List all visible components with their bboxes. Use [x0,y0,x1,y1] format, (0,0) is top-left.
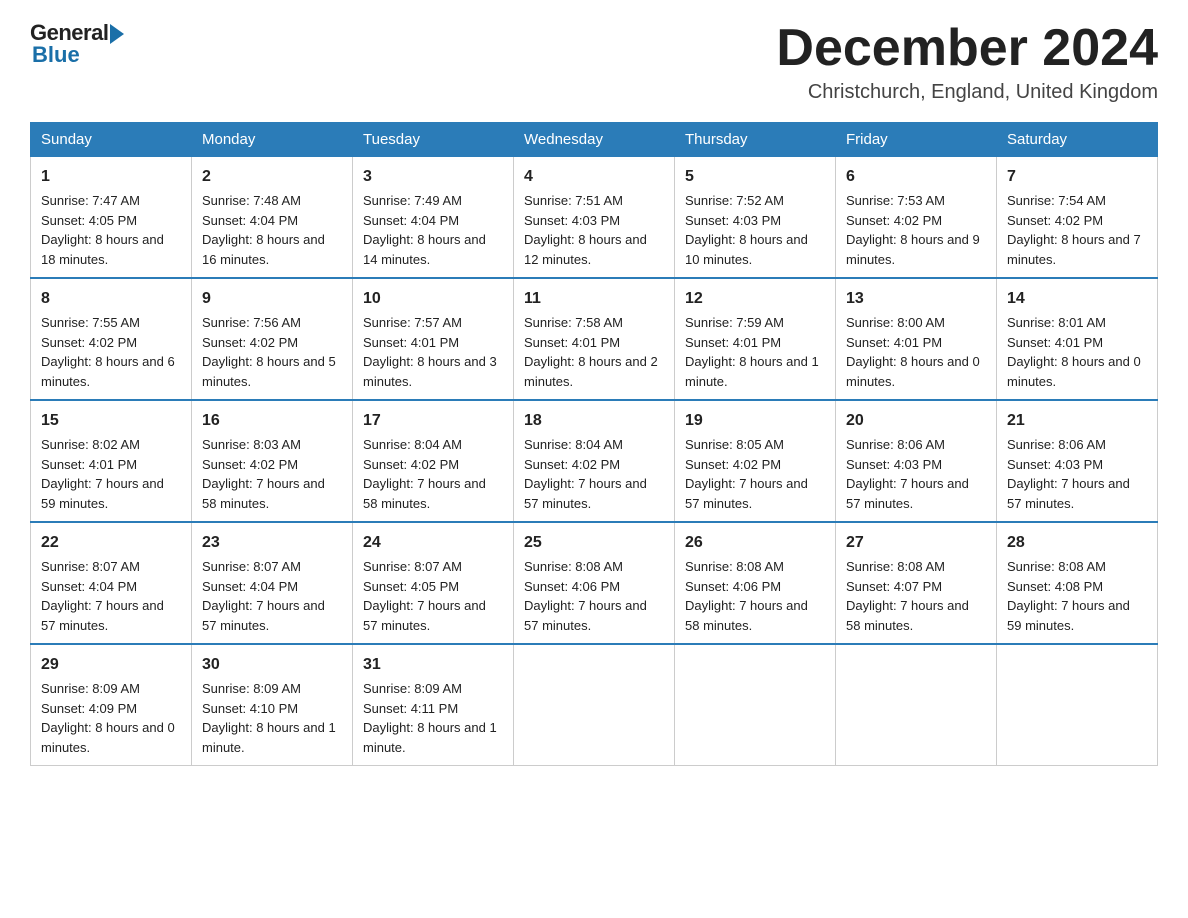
calendar-cell: 22Sunrise: 8:07 AMSunset: 4:04 PMDayligh… [31,522,192,644]
day-number: 28 [1007,531,1147,555]
col-header-tuesday: Tuesday [353,123,514,157]
calendar-cell: 2Sunrise: 7:48 AMSunset: 4:04 PMDaylight… [192,157,353,279]
calendar-cell: 19Sunrise: 8:05 AMSunset: 4:02 PMDayligh… [675,400,836,522]
day-number: 10 [363,287,503,311]
calendar-cell: 11Sunrise: 7:58 AMSunset: 4:01 PMDayligh… [514,278,675,400]
day-number: 18 [524,409,664,433]
day-number: 13 [846,287,986,311]
calendar-cell: 29Sunrise: 8:09 AMSunset: 4:09 PMDayligh… [31,644,192,766]
calendar-cell: 31Sunrise: 8:09 AMSunset: 4:11 PMDayligh… [353,644,514,766]
calendar-week-row: 1Sunrise: 7:47 AMSunset: 4:05 PMDaylight… [31,157,1158,279]
day-number: 30 [202,653,342,677]
calendar-cell: 12Sunrise: 7:59 AMSunset: 4:01 PMDayligh… [675,278,836,400]
col-header-monday: Monday [192,123,353,157]
calendar-cell: 15Sunrise: 8:02 AMSunset: 4:01 PMDayligh… [31,400,192,522]
logo-blue-text: Blue [32,42,80,68]
day-number: 24 [363,531,503,555]
calendar-cell: 9Sunrise: 7:56 AMSunset: 4:02 PMDaylight… [192,278,353,400]
calendar-cell [675,644,836,766]
calendar-cell: 10Sunrise: 7:57 AMSunset: 4:01 PMDayligh… [353,278,514,400]
day-number: 21 [1007,409,1147,433]
col-header-saturday: Saturday [997,123,1158,157]
calendar-cell [997,644,1158,766]
calendar-cell: 23Sunrise: 8:07 AMSunset: 4:04 PMDayligh… [192,522,353,644]
day-number: 23 [202,531,342,555]
day-number: 9 [202,287,342,311]
calendar-cell: 4Sunrise: 7:51 AMSunset: 4:03 PMDaylight… [514,157,675,279]
page-header: General Blue December 2024 Christchurch,… [30,20,1158,104]
calendar-cell: 21Sunrise: 8:06 AMSunset: 4:03 PMDayligh… [997,400,1158,522]
day-number: 31 [363,653,503,677]
day-number: 14 [1007,287,1147,311]
day-number: 20 [846,409,986,433]
day-number: 22 [41,531,181,555]
day-number: 16 [202,409,342,433]
day-number: 29 [41,653,181,677]
calendar-cell: 24Sunrise: 8:07 AMSunset: 4:05 PMDayligh… [353,522,514,644]
day-number: 25 [524,531,664,555]
day-number: 11 [524,287,664,311]
month-title: December 2024 [776,20,1158,77]
calendar-cell: 14Sunrise: 8:01 AMSunset: 4:01 PMDayligh… [997,278,1158,400]
calendar-cell: 7Sunrise: 7:54 AMSunset: 4:02 PMDaylight… [997,157,1158,279]
day-number: 1 [41,165,181,189]
location-subtitle: Christchurch, England, United Kingdom [776,81,1158,104]
day-number: 26 [685,531,825,555]
calendar-cell: 26Sunrise: 8:08 AMSunset: 4:06 PMDayligh… [675,522,836,644]
title-block: December 2024 Christchurch, England, Uni… [776,20,1158,104]
calendar-table: SundayMondayTuesdayWednesdayThursdayFrid… [30,122,1158,766]
calendar-week-row: 15Sunrise: 8:02 AMSunset: 4:01 PMDayligh… [31,400,1158,522]
col-header-wednesday: Wednesday [514,123,675,157]
calendar-cell: 25Sunrise: 8:08 AMSunset: 4:06 PMDayligh… [514,522,675,644]
day-number: 15 [41,409,181,433]
calendar-cell: 30Sunrise: 8:09 AMSunset: 4:10 PMDayligh… [192,644,353,766]
calendar-cell: 18Sunrise: 8:04 AMSunset: 4:02 PMDayligh… [514,400,675,522]
calendar-cell: 5Sunrise: 7:52 AMSunset: 4:03 PMDaylight… [675,157,836,279]
calendar-cell: 6Sunrise: 7:53 AMSunset: 4:02 PMDaylight… [836,157,997,279]
calendar-cell [514,644,675,766]
calendar-week-row: 22Sunrise: 8:07 AMSunset: 4:04 PMDayligh… [31,522,1158,644]
calendar-cell: 27Sunrise: 8:08 AMSunset: 4:07 PMDayligh… [836,522,997,644]
day-number: 7 [1007,165,1147,189]
day-number: 4 [524,165,664,189]
calendar-cell: 16Sunrise: 8:03 AMSunset: 4:02 PMDayligh… [192,400,353,522]
calendar-cell: 3Sunrise: 7:49 AMSunset: 4:04 PMDaylight… [353,157,514,279]
calendar-cell [836,644,997,766]
day-number: 17 [363,409,503,433]
logo: General Blue [30,20,124,68]
calendar-week-row: 29Sunrise: 8:09 AMSunset: 4:09 PMDayligh… [31,644,1158,766]
day-number: 6 [846,165,986,189]
col-header-thursday: Thursday [675,123,836,157]
calendar-cell: 17Sunrise: 8:04 AMSunset: 4:02 PMDayligh… [353,400,514,522]
calendar-cell: 1Sunrise: 7:47 AMSunset: 4:05 PMDaylight… [31,157,192,279]
col-header-sunday: Sunday [31,123,192,157]
col-header-friday: Friday [836,123,997,157]
day-number: 2 [202,165,342,189]
calendar-cell: 13Sunrise: 8:00 AMSunset: 4:01 PMDayligh… [836,278,997,400]
day-number: 12 [685,287,825,311]
day-number: 27 [846,531,986,555]
day-number: 19 [685,409,825,433]
calendar-cell: 8Sunrise: 7:55 AMSunset: 4:02 PMDaylight… [31,278,192,400]
day-number: 8 [41,287,181,311]
day-number: 3 [363,165,503,189]
calendar-cell: 28Sunrise: 8:08 AMSunset: 4:08 PMDayligh… [997,522,1158,644]
calendar-header-row: SundayMondayTuesdayWednesdayThursdayFrid… [31,123,1158,157]
calendar-cell: 20Sunrise: 8:06 AMSunset: 4:03 PMDayligh… [836,400,997,522]
logo-arrow-icon [110,24,124,44]
calendar-week-row: 8Sunrise: 7:55 AMSunset: 4:02 PMDaylight… [31,278,1158,400]
day-number: 5 [685,165,825,189]
